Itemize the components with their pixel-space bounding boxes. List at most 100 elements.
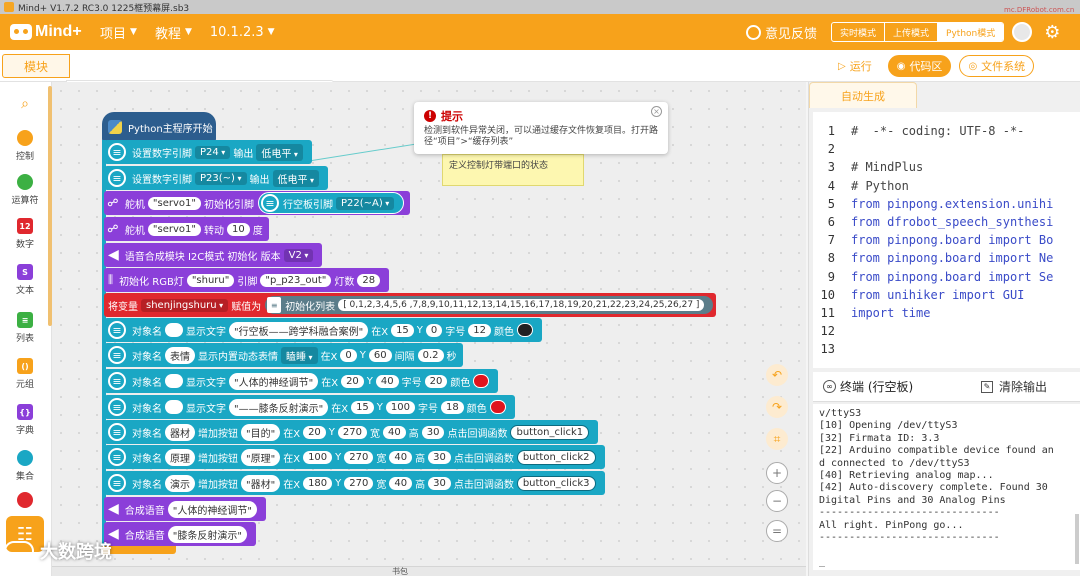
x-input[interactable]: 15: [391, 323, 414, 337]
category-dict[interactable]: {} 字典: [0, 404, 50, 436]
emoji-dropdown[interactable]: 瞌睡: [281, 346, 318, 364]
redo-icon[interactable]: ↷: [766, 396, 788, 418]
servo-name-input[interactable]: "servo1": [147, 196, 201, 210]
x-input[interactable]: 100: [303, 450, 333, 464]
file-system-button[interactable]: ◎ 文件系统: [959, 55, 1035, 77]
y-input[interactable]: 0: [425, 323, 443, 337]
speech-text-input[interactable]: "人体的神经调节": [167, 500, 257, 518]
set-digital-pin-block[interactable]: 设置数字引脚 P24 输出 低电平: [104, 140, 312, 164]
search-category[interactable]: ⌕: [0, 96, 50, 112]
font-size-input[interactable]: 20: [424, 374, 448, 388]
gear-icon[interactable]: ⚙: [1044, 22, 1060, 43]
led-count-input[interactable]: 28: [357, 273, 381, 287]
close-icon[interactable]: ×: [651, 106, 662, 117]
callback-input[interactable]: button_click3: [516, 475, 596, 491]
display-text-block[interactable]: 对象名 显示文字 "——膝条反射演示" 在X 15 Y 100 字号 18 颜色: [104, 395, 515, 419]
rgb-name-input[interactable]: "shuru": [186, 273, 235, 287]
button-text-input[interactable]: "目的": [241, 423, 281, 441]
level-dropdown[interactable]: 低电平: [272, 169, 320, 187]
code-view[interactable]: 1 # -*- coding: UTF-8 -*- 2 3 # MindPlus 4…: [813, 112, 1080, 368]
display-text-block[interactable]: 对象名 显示文字 "行空板——跨学科融合案例" 在X 15 Y 0 字号 12 …: [104, 318, 543, 342]
add-button-block[interactable]: 对象名 演示 增加按钮 "器材" 在X 180 Y 270 宽 40 高 30 …: [104, 471, 605, 495]
text-input[interactable]: "——膝条反射演示": [229, 398, 329, 416]
x-input[interactable]: 180: [303, 476, 333, 490]
servo-rotate-block[interactable]: ⚯ 舵机 "servo1" 转动 10 度: [104, 217, 269, 241]
mode-realtime[interactable]: 实时模式: [832, 23, 886, 41]
mode-python[interactable]: Python模式: [938, 23, 1004, 41]
code-area-button[interactable]: ◉ 代码区: [887, 55, 952, 77]
category-operators[interactable]: 运算符: [0, 174, 50, 206]
speech-init-block[interactable]: ◀ 语音合成模块 I2C模式 初始化 版本 V2: [104, 243, 323, 267]
x-input[interactable]: 20: [303, 425, 326, 439]
zoom-in-icon[interactable]: +: [766, 462, 788, 484]
x-input[interactable]: 0: [340, 348, 357, 362]
category-tuple[interactable]: () 元组: [0, 358, 50, 390]
y-input[interactable]: 270: [337, 425, 367, 439]
variable-dropdown[interactable]: shenjingshuru: [141, 298, 229, 312]
height-input[interactable]: 30: [428, 476, 451, 490]
list-value-input[interactable]: [ 0,1,2,3,4,5,6 ,7,8,9,10,11,12,13,14,15…: [338, 299, 705, 311]
feedback-button[interactable]: 意见反馈: [746, 23, 817, 42]
avatar[interactable]: [1012, 22, 1033, 42]
button-text-input[interactable]: "器材": [241, 474, 281, 492]
set-digital-pin-block[interactable]: 设置数字引脚 P23(~) 输出 低电平: [104, 166, 329, 190]
python-main-hat-block[interactable]: Python主程序开始: [102, 112, 216, 142]
y-input[interactable]: 270: [344, 450, 374, 464]
object-name-input[interactable]: [165, 374, 183, 388]
menu-device[interactable]: 10.1.2.3 ▼: [210, 25, 275, 40]
button-text-input[interactable]: "原理": [241, 448, 281, 466]
color-swatch[interactable]: [517, 323, 534, 337]
clear-output-button[interactable]: ✎ 清除输出: [981, 378, 1047, 395]
terminal-output[interactable]: v/ttyS3 [10] Opening /dev/ttyS3 [32] Fir…: [813, 404, 1080, 570]
crop-icon[interactable]: ⌗: [766, 428, 788, 450]
height-input[interactable]: 30: [428, 450, 451, 464]
width-input[interactable]: 40: [389, 450, 413, 464]
speak-block[interactable]: ◀ 合成语音 "膝条反射演示": [104, 522, 256, 546]
x-input[interactable]: 15: [351, 400, 374, 414]
x-input[interactable]: 20: [341, 374, 364, 388]
block-comment[interactable]: 定义控制灯带端口的状态: [442, 154, 584, 186]
zoom-out-icon[interactable]: −: [766, 490, 788, 512]
color-swatch[interactable]: [489, 400, 506, 414]
y-input[interactable]: 270: [344, 476, 374, 490]
level-dropdown[interactable]: 低电平: [256, 143, 303, 161]
y-input[interactable]: 60: [368, 348, 392, 362]
tab-blocks[interactable]: 模块: [2, 54, 70, 78]
width-input[interactable]: 40: [383, 425, 406, 439]
add-button-block[interactable]: 对象名 器材 增加按钮 "目的" 在X 20 Y 270 宽 40 高 30 点…: [104, 420, 599, 444]
menu-project[interactable]: 项目 ▼: [100, 23, 137, 42]
width-input[interactable]: 40: [389, 476, 413, 490]
display-text-block[interactable]: 对象名 显示文字 "人体的神经调节" 在X 20 Y 40 字号 20 颜色: [104, 369, 499, 393]
mode-upload[interactable]: 上传模式: [885, 23, 939, 41]
servo-init-block[interactable]: ⚯ 舵机 "servo1" 初始化引脚 行空板引脚 P22(~A): [104, 191, 411, 215]
object-name-input[interactable]: 表情: [165, 346, 195, 364]
text-input[interactable]: "人体的神经调节": [229, 372, 319, 390]
category-more[interactable]: [0, 492, 50, 511]
set-variable-block[interactable]: 将变量 shenjingshuru 赋值为 ≡ 初始化列表 [ 0,1,2,3,…: [104, 293, 716, 317]
object-name-input[interactable]: 演示: [165, 474, 195, 492]
font-size-input[interactable]: 12: [468, 323, 492, 337]
tab-auto-generate[interactable]: 自动生成: [809, 82, 917, 108]
text-input[interactable]: "行空板——跨学科融合案例": [229, 321, 369, 339]
pin-dropdown[interactable]: P24: [195, 145, 231, 159]
category-set[interactable]: 集合: [0, 450, 50, 482]
terminal-scrollbar[interactable]: [1075, 514, 1079, 564]
run-button[interactable]: ▷ 运行: [836, 55, 880, 77]
pin-dropdown[interactable]: P22(~A): [335, 196, 395, 210]
board-pin-reporter[interactable]: 行空板引脚 P22(~A): [257, 192, 405, 214]
backpack-label[interactable]: 书包: [392, 566, 408, 576]
object-name-input[interactable]: [165, 323, 183, 337]
speech-text-input[interactable]: "膝条反射演示": [167, 525, 247, 543]
category-text[interactable]: S 文本: [0, 264, 50, 296]
font-size-input[interactable]: 18: [441, 400, 464, 414]
category-list[interactable]: ≡ 列表: [0, 312, 50, 344]
zoom-reset-icon[interactable]: =: [766, 520, 788, 542]
rgb-init-block[interactable]: ⫼ 初始化 RGB灯 "shuru" 引脚 "p_p23_out" 灯数 28: [104, 268, 390, 292]
category-control[interactable]: 控制: [0, 130, 50, 162]
init-list-reporter[interactable]: ≡ 初始化列表 [ 0,1,2,3,4,5,6 ,7,8,9,10,11,12,…: [265, 296, 714, 314]
object-name-input[interactable]: 原理: [165, 448, 195, 466]
undo-icon[interactable]: ↶: [766, 364, 788, 386]
speak-block[interactable]: ◀ 合成语音 "人体的神经调节": [104, 497, 266, 521]
color-swatch[interactable]: [473, 374, 490, 388]
pin-dropdown[interactable]: P23(~): [195, 171, 247, 185]
